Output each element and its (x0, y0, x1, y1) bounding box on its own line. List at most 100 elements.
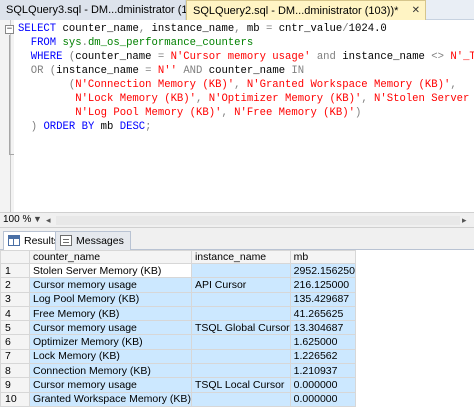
zoom-level[interactable]: 100 % (3, 214, 31, 225)
cell-counter-name[interactable]: Granted Workspace Memory (KB) (29, 391, 192, 407)
cell-mb[interactable]: 216.125000 (289, 277, 357, 293)
cell-instance-name[interactable] (190, 334, 291, 350)
cell-mb[interactable]: 1.210937 (289, 363, 357, 379)
tab-sqlquery2[interactable]: SQLQuery2.sql - DM...dministrator (103))… (186, 0, 426, 20)
cell-mb[interactable]: 13.304687 (289, 320, 357, 336)
horizontal-scrollbar[interactable] (56, 216, 460, 225)
table-row[interactable]: 1 Stolen Server Memory (KB) 2952.156250 (0, 262, 357, 279)
cell-counter-name[interactable]: Free Memory (KB) (29, 305, 192, 322)
cell-counter-name[interactable]: Lock Memory (KB) (29, 348, 192, 365)
collapse-icon[interactable]: − (5, 25, 14, 34)
code-line[interactable]: N'Lock Memory (KB)', N'Optimizer Memory … (18, 92, 474, 106)
cell-instance-name[interactable] (190, 363, 291, 379)
table-row[interactable]: 9 Cursor memory usage TSQL Local Cursor 0.0… (0, 377, 357, 393)
row-number[interactable]: 6 (0, 334, 30, 350)
table-row[interactable]: 8 Connection Memory (KB) 1.210937 (0, 363, 357, 379)
table-row[interactable]: 2 Cursor memory usage API Cursor 216.125000 (0, 277, 357, 293)
tab-messages-label: Messages (76, 235, 124, 247)
code-token: N'Stolen Server Memory (KB)' (374, 93, 470, 105)
cell-instance-name[interactable] (190, 348, 291, 365)
table-row[interactable]: 10 Granted Workspace Memory (KB) 0.000000 (0, 391, 357, 407)
cell-counter-name[interactable]: Stolen Server Memory (KB) (29, 262, 192, 279)
code-token: counter_name (208, 65, 292, 77)
code-token: N'Connection Memory (KB)' (75, 79, 235, 91)
results-tab-strip: Results Messages (0, 228, 474, 250)
tab-messages[interactable]: Messages (55, 231, 131, 250)
code-token: N'Granted Workspace Memory (KB)' (246, 79, 451, 91)
query-editor[interactable]: − SELECT counter_name, instance_name, mb… (0, 20, 474, 212)
code-line[interactable]: (N'Connection Memory (KB)', N'Granted Wo… (18, 78, 474, 92)
sql-code[interactable]: SELECT counter_name, instance_name, mb =… (18, 22, 474, 134)
cell-mb[interactable]: 2952.156250 (289, 262, 357, 279)
table-row[interactable]: 3 Log Pool Memory (KB) 135.429687 (0, 291, 357, 307)
cell-counter-name[interactable]: Cursor memory usage (29, 320, 192, 336)
code-token: N'' (157, 65, 177, 77)
table-row[interactable]: 7 Lock Memory (KB) 1.226562 (0, 348, 357, 365)
editor-gutter (0, 20, 14, 212)
code-token: ) (354, 107, 362, 119)
results-grid[interactable]: counter_name instance_name mb 1 Stolen Se… (0, 250, 474, 414)
messages-icon (60, 235, 72, 246)
scroll-right-icon[interactable]: ▸ (462, 215, 467, 226)
cell-mb[interactable]: 0.000000 (289, 377, 357, 393)
row-number-header[interactable] (0, 250, 30, 264)
cell-instance-name[interactable]: API Cursor (190, 277, 291, 293)
document-tab-strip: SQLQuery3.sql - DM...dministrator (104))… (0, 0, 474, 20)
cell-instance-name[interactable] (190, 305, 291, 322)
cell-mb[interactable]: 41.265625 (289, 305, 357, 322)
code-token: ( (18, 79, 76, 91)
cell-mb[interactable]: 0.000000 (289, 391, 357, 407)
outline-line (9, 35, 10, 155)
row-number[interactable]: 5 (0, 320, 30, 336)
code-token: N'_Total' (450, 51, 474, 63)
column-header-counter-name[interactable]: counter_name (29, 250, 192, 264)
tab-sqlquery3[interactable]: SQLQuery3.sql - DM...dministrator (104))… (0, 0, 211, 20)
table-row[interactable]: 4 Free Memory (KB) 41.265625 (0, 305, 357, 322)
row-number[interactable]: 4 (0, 305, 30, 322)
code-token: , (138, 23, 152, 35)
table-row[interactable]: 6 Optimizer Memory (KB) 1.625000 (0, 334, 357, 350)
cell-mb[interactable]: 1.226562 (289, 348, 357, 365)
row-number[interactable]: 8 (0, 363, 30, 379)
dropdown-arrow-icon[interactable]: ▼ (33, 214, 42, 224)
cell-counter-name[interactable]: Cursor memory usage (29, 277, 192, 293)
code-token: OR (18, 65, 50, 77)
code-line[interactable]: ) ORDER BY mb DESC; (18, 120, 474, 134)
code-token: AND (176, 65, 209, 77)
cell-instance-name[interactable] (190, 291, 291, 307)
code-token: , (361, 93, 375, 105)
code-token: , (221, 107, 235, 119)
grid-header-row: counter_name instance_name mb (0, 250, 357, 264)
row-number[interactable]: 2 (0, 277, 30, 293)
code-line[interactable]: WHERE (counter_name = N'Cursor memory us… (18, 50, 474, 64)
code-line[interactable]: FROM sys.dm_os_performance_counters (18, 36, 474, 50)
table-row[interactable]: 5 Cursor memory usage TSQL Global Cursor 13… (0, 320, 357, 336)
column-header-instance-name[interactable]: instance_name (190, 250, 291, 264)
cell-mb[interactable]: 135.429687 (289, 291, 357, 307)
code-line[interactable]: N'Log Pool Memory (KB)', N'Free Memory (… (18, 106, 474, 120)
code-token: sys (62, 37, 82, 49)
cell-instance-name[interactable] (190, 391, 291, 407)
code-token: , (234, 23, 247, 35)
scroll-left-icon[interactable]: ◂ (46, 215, 51, 226)
cell-instance-name[interactable]: TSQL Local Cursor (190, 377, 291, 393)
column-header-mb[interactable]: mb (289, 250, 357, 264)
code-token: ) (18, 121, 44, 133)
tab-label: SQLQuery2.sql - DM...dministrator (103))… (193, 5, 399, 17)
row-number[interactable]: 10 (0, 391, 30, 407)
cell-instance-name[interactable]: TSQL Global Cursor (190, 320, 291, 336)
cell-counter-name[interactable]: Connection Memory (KB) (29, 363, 192, 379)
cell-counter-name[interactable]: Cursor memory usage (29, 377, 192, 393)
cell-counter-name[interactable]: Log Pool Memory (KB) (29, 291, 192, 307)
close-icon[interactable]: ✕ (412, 1, 420, 21)
code-token: FROM (18, 37, 63, 49)
cell-counter-name[interactable]: Optimizer Memory (KB) (29, 334, 192, 350)
code-line[interactable]: SELECT counter_name, instance_name, mb =… (18, 22, 474, 36)
row-number[interactable]: 9 (0, 377, 30, 393)
row-number[interactable]: 1 (0, 262, 30, 279)
cell-instance-name[interactable] (190, 262, 291, 279)
code-line[interactable]: OR (instance_name = N'' AND counter_name… (18, 64, 474, 78)
row-number[interactable]: 3 (0, 291, 30, 307)
row-number[interactable]: 7 (0, 348, 30, 365)
cell-mb[interactable]: 1.625000 (289, 334, 357, 350)
